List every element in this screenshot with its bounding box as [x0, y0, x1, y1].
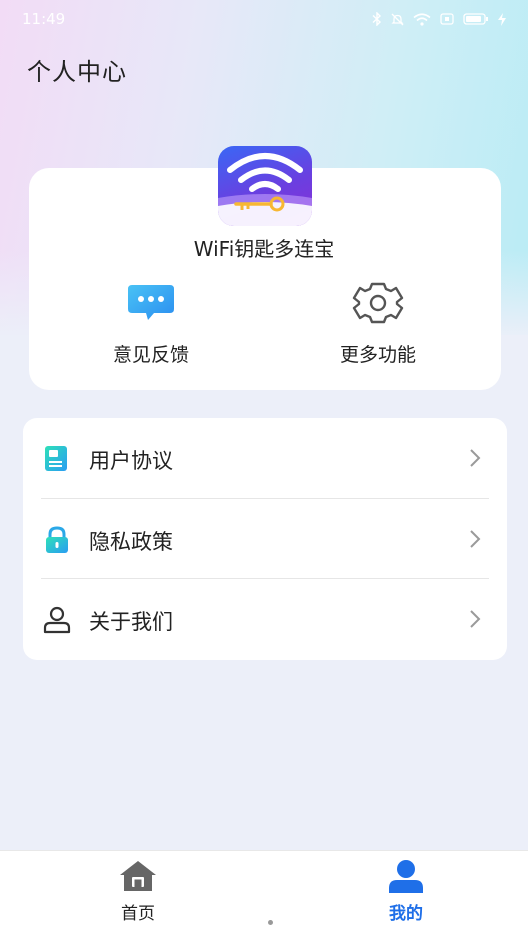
- status-time: 11:49: [22, 10, 66, 28]
- user-icon: [389, 860, 423, 893]
- menu-item-privacy-policy[interactable]: 隐私政策: [23, 499, 507, 579]
- chat-bubble-icon: [128, 285, 174, 320]
- settings-menu: 用户协议 隐私政策 关于我们: [23, 418, 507, 660]
- feedback-button[interactable]: 意见反馈: [76, 280, 226, 367]
- chevron-right-icon: [470, 610, 481, 628]
- charging-icon: [498, 12, 506, 26]
- chevron-right-icon: [470, 449, 481, 467]
- menu-label-about-us: 关于我们: [89, 610, 173, 634]
- app-logo: [218, 146, 312, 226]
- more-features-button[interactable]: 更多功能: [303, 280, 453, 367]
- menu-label-user-agreement: 用户协议: [89, 449, 173, 473]
- wifi-status-icon: [413, 12, 431, 26]
- home-indicator: [268, 920, 273, 925]
- app-name: WiFi钥匙多连宝: [193, 237, 335, 261]
- battery-icon: [463, 13, 488, 25]
- status-icons: [372, 12, 506, 26]
- menu-item-user-agreement[interactable]: 用户协议: [23, 418, 507, 498]
- gear-icon: [352, 282, 404, 324]
- menu-item-about-us[interactable]: 关于我们: [23, 579, 507, 659]
- chevron-right-icon: [470, 530, 481, 548]
- bluetooth-icon: [372, 12, 382, 26]
- more-features-label: 更多功能: [339, 344, 416, 366]
- tab-home[interactable]: 首页: [88, 859, 188, 924]
- lock-icon: [46, 526, 68, 553]
- wifi-key-logo-icon: [218, 153, 312, 226]
- document-icon: [45, 446, 67, 471]
- page-title: 个人中心: [27, 58, 127, 86]
- sim-icon: [440, 13, 454, 25]
- bottom-tab-bar: 首页 我的: [0, 850, 528, 945]
- person-icon: [43, 606, 71, 634]
- tab-mine-label: 我的: [389, 904, 423, 924]
- tab-home-label: 首页: [121, 904, 155, 924]
- status-bar: 11:49: [0, 0, 528, 38]
- feedback-label: 意见反馈: [112, 344, 189, 366]
- mute-bell-icon: [391, 13, 404, 25]
- menu-label-privacy-policy: 隐私政策: [89, 530, 173, 554]
- home-icon: [120, 861, 156, 891]
- tab-mine[interactable]: 我的: [356, 859, 456, 924]
